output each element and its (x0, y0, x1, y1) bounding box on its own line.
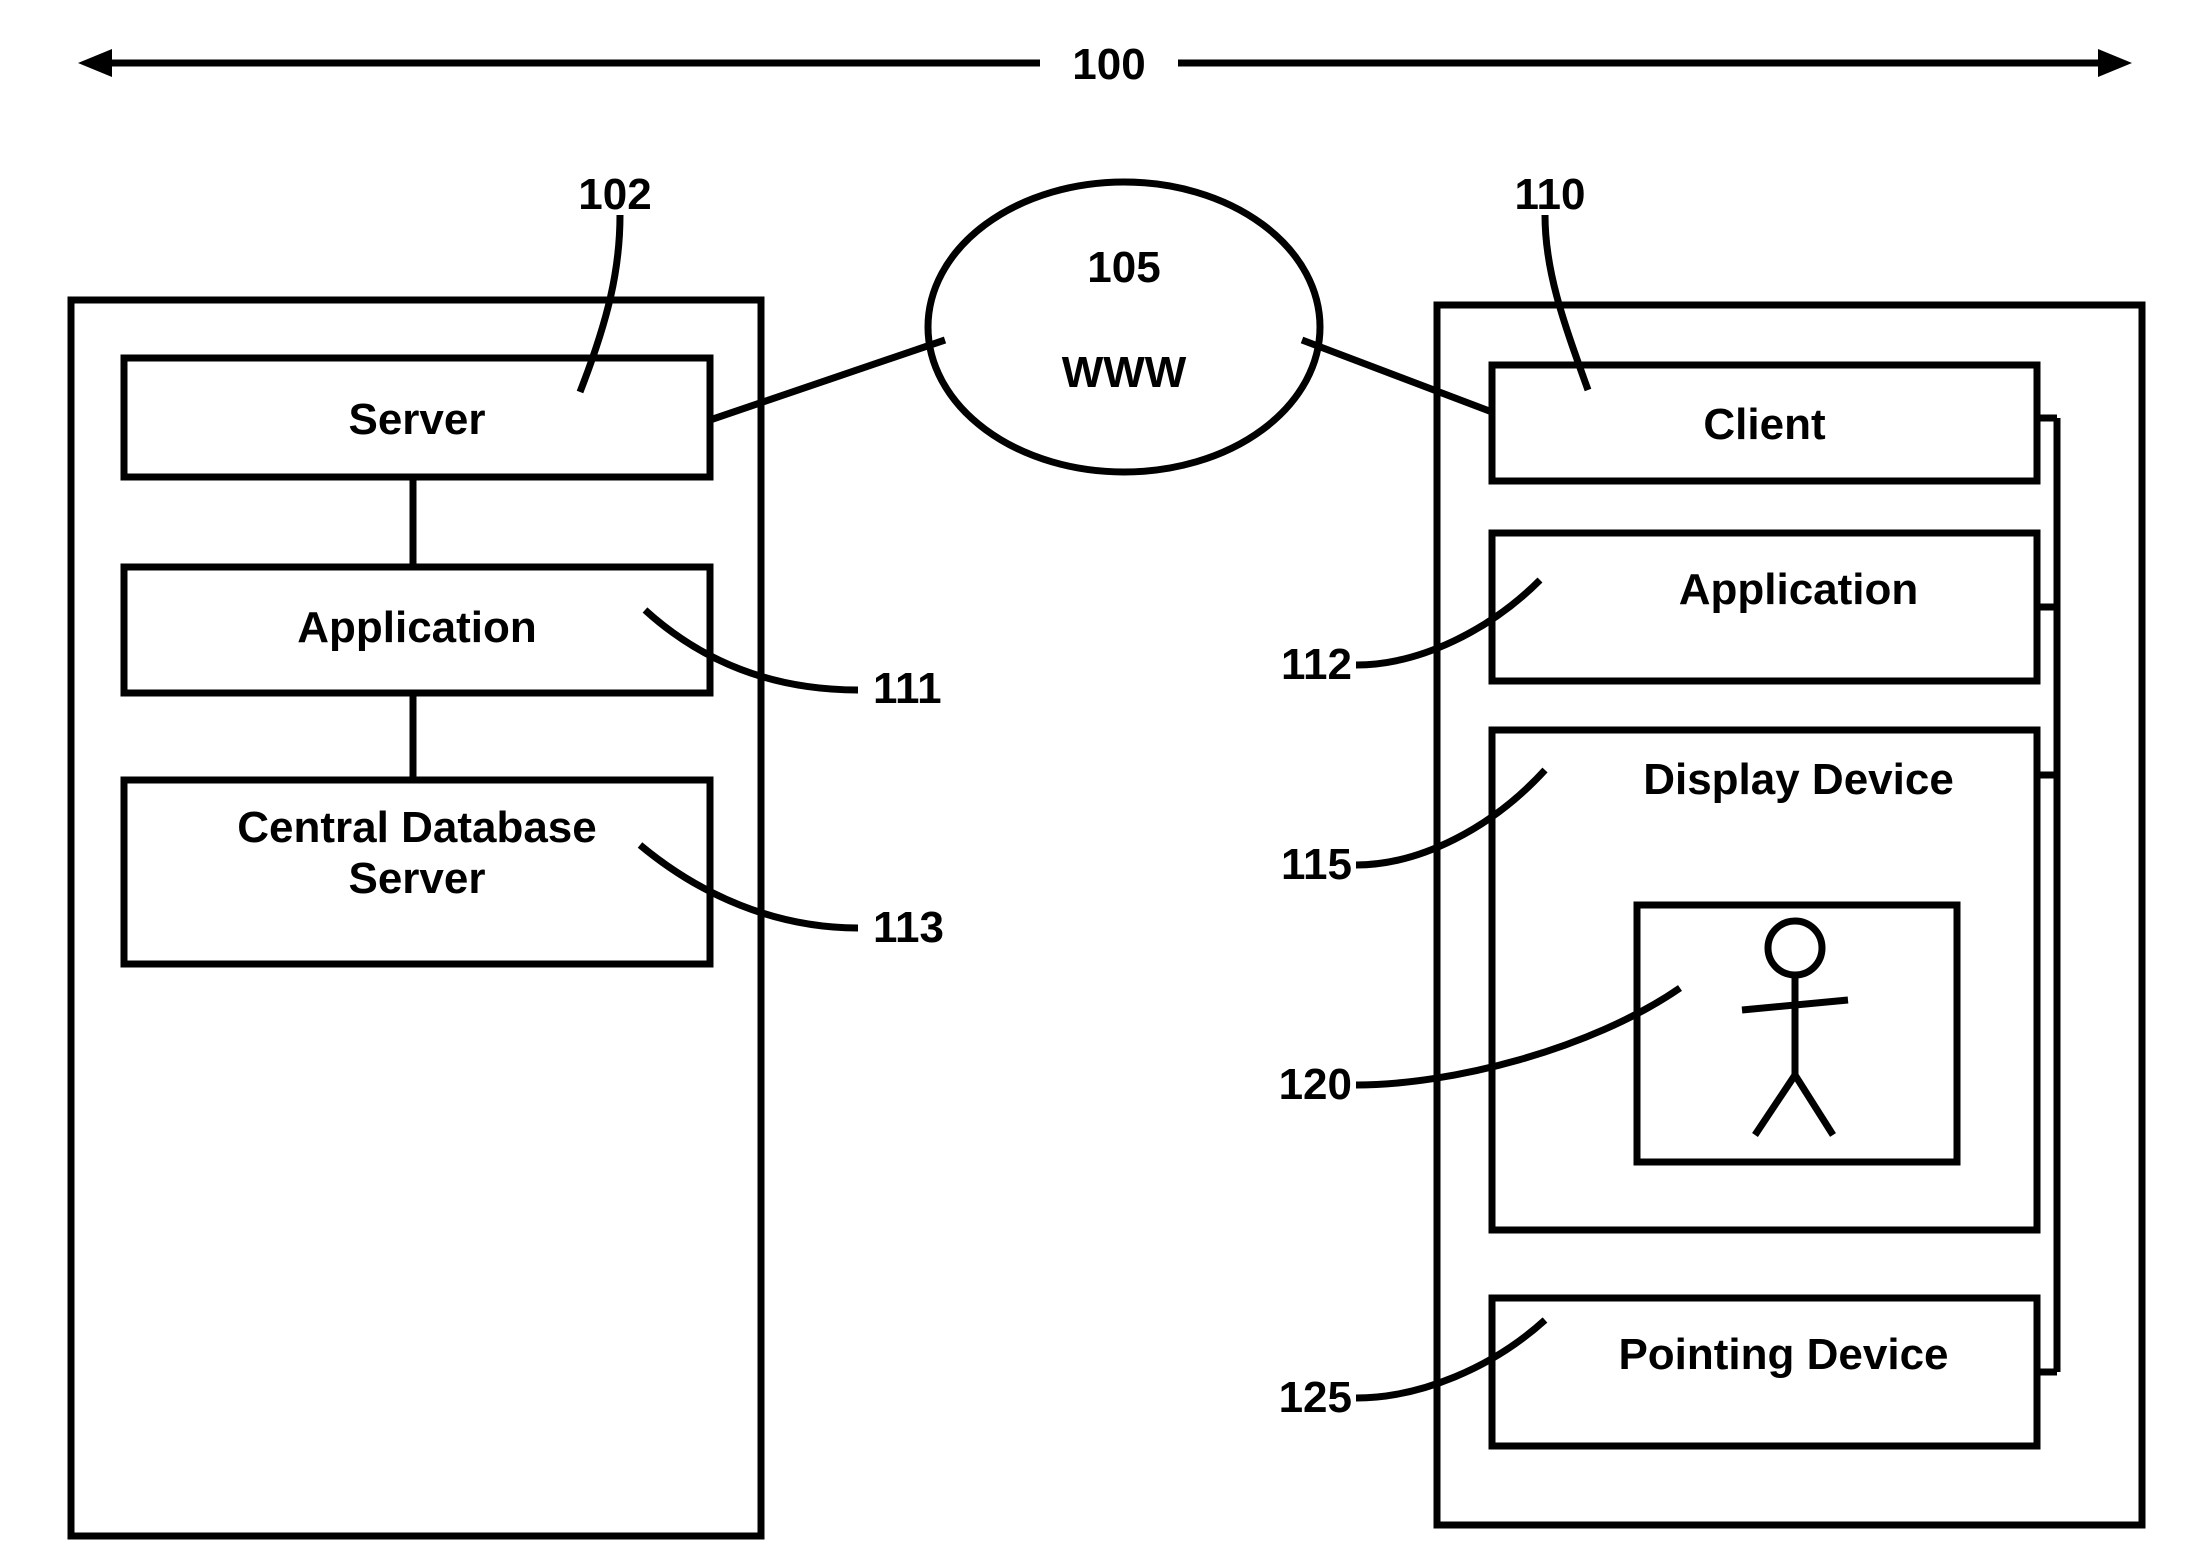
ref-125: 125 (1278, 1373, 1352, 1422)
client-label: Client (1703, 400, 1826, 449)
leader-112 (1355, 577, 1543, 669)
leader-125 (1355, 1317, 1548, 1402)
client-application-label: Application (1678, 565, 1919, 614)
server-www-link (708, 336, 947, 424)
server-application-label: Application (297, 603, 537, 652)
display-device-label: Display Device (1643, 755, 1954, 804)
figure-canvas: 100 102 Server Application Central Datab… (0, 0, 2208, 1566)
ref-115: 115 (1281, 840, 1352, 889)
ref-100: 100 (1072, 40, 1146, 89)
www-label: WWW (1061, 348, 1187, 397)
leader-115 (1355, 767, 1548, 869)
stick-figure (1741, 917, 1849, 1137)
ref-113: 113 (873, 903, 944, 952)
ref-102: 102 (578, 170, 652, 219)
server-label: Server (348, 395, 486, 444)
leader-120 (1355, 985, 1682, 1089)
ref-112: 112 (1281, 640, 1352, 689)
www-client-link (1300, 336, 1494, 416)
pointing-device-label: Pointing Device (1618, 1330, 1949, 1379)
central-database-server-label: Central Database Server (237, 803, 597, 903)
ref-111: 111 (873, 664, 942, 713)
ref-120: 120 (1278, 1060, 1352, 1109)
www-ellipse (924, 178, 1324, 476)
ref-105: 105 (1087, 243, 1161, 292)
ref-110: 110 (1514, 170, 1586, 219)
